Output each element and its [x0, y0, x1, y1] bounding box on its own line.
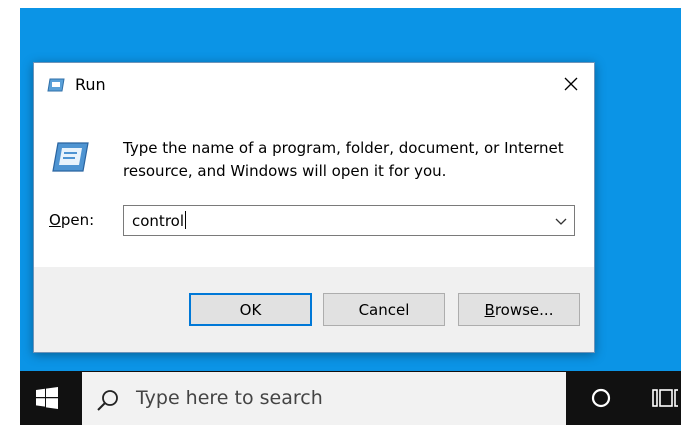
browse-button[interactable]: Browse... [458, 293, 580, 326]
open-input[interactable]: control [132, 211, 186, 230]
open-label-accelerator: O [49, 211, 61, 229]
ok-button[interactable]: OK [189, 293, 312, 326]
close-button[interactable] [548, 63, 594, 105]
taskbar-search-box[interactable]: Type here to search [82, 372, 566, 425]
open-label-text: pen: [60, 211, 95, 229]
browse-label-text: rowse... [494, 301, 554, 319]
run-icon [47, 78, 65, 92]
close-icon [564, 77, 578, 91]
search-placeholder: Type here to search [136, 387, 323, 409]
dialog-description: Type the name of a program, folder, docu… [123, 139, 564, 180]
title-bar[interactable]: Run [34, 63, 594, 105]
open-label: Open: [49, 211, 94, 229]
windows-logo-icon [36, 387, 58, 409]
open-input-value: control [132, 212, 184, 230]
browse-accelerator: B [484, 301, 495, 319]
dialog-title: Run [75, 75, 106, 94]
dialog-content: Type the name of a program, folder, docu… [34, 105, 594, 267]
chevron-down-icon[interactable] [554, 214, 568, 228]
start-button[interactable] [20, 371, 74, 425]
cortana-button[interactable] [576, 371, 626, 425]
text-caret [185, 211, 186, 229]
search-icon [97, 390, 118, 411]
run-dialog: Run Type the name of a program, folder, … [33, 62, 595, 353]
cortana-circle-icon [591, 388, 611, 408]
cancel-button[interactable]: Cancel [323, 293, 445, 326]
task-view-button[interactable] [652, 371, 681, 425]
run-icon [52, 142, 89, 172]
task-view-icon [652, 389, 678, 407]
open-combobox[interactable]: control [123, 205, 575, 236]
taskbar: Type here to search [20, 371, 681, 425]
